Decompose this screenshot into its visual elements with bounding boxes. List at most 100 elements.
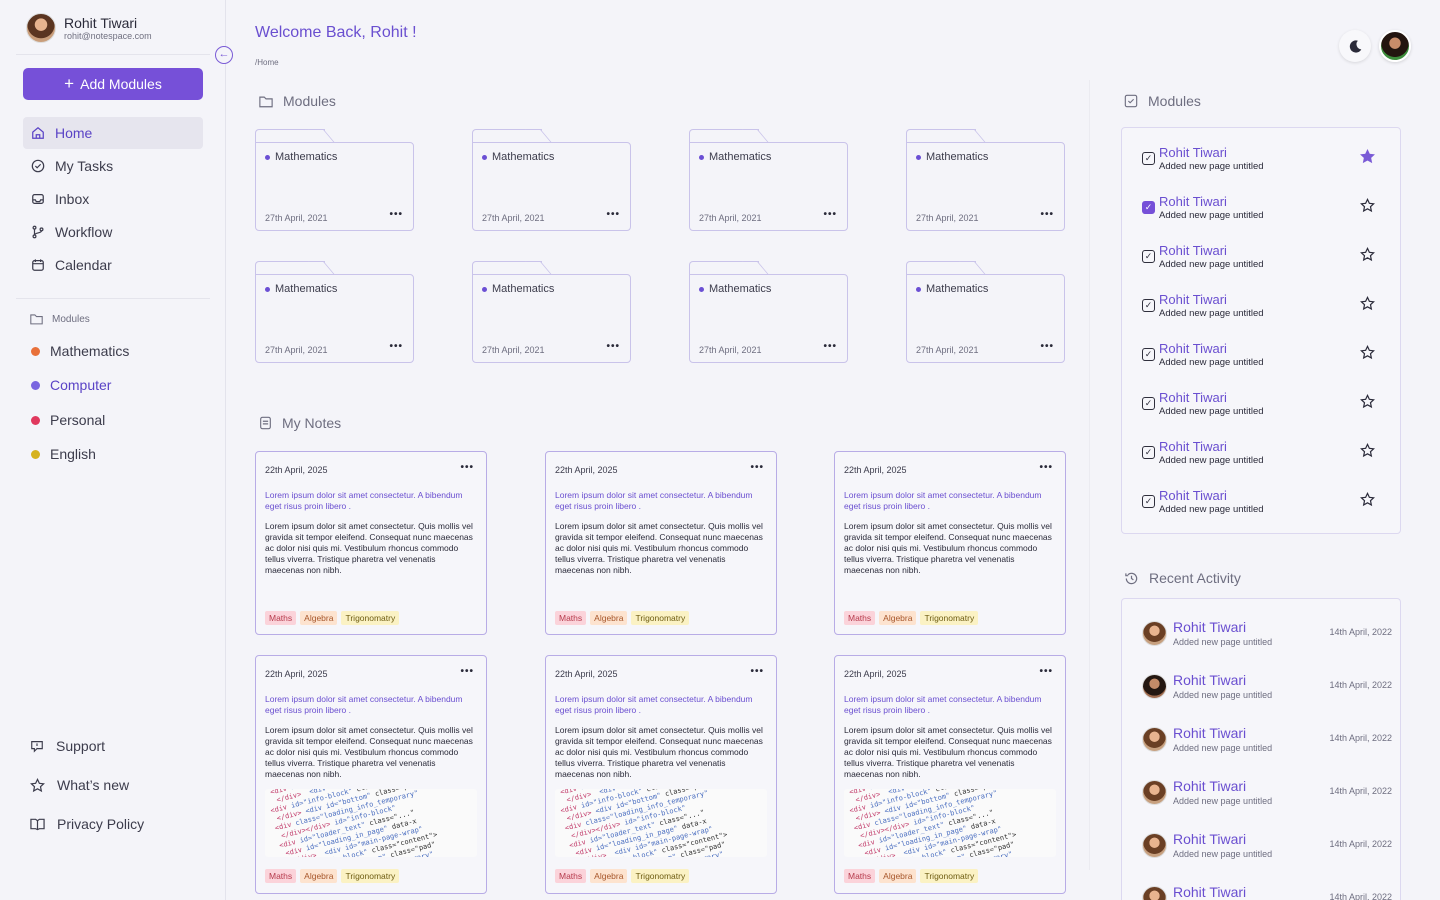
more-options-icon[interactable]: ••• bbox=[389, 209, 403, 220]
tag-list: Maths Algebra Trigonomatry bbox=[265, 611, 400, 625]
note-card[interactable]: 22th April, 2025 ••• Lorem ipsum dolor sit… bbox=[255, 655, 487, 894]
color-dot bbox=[482, 286, 487, 292]
tag[interactable]: Algebra bbox=[879, 611, 917, 625]
nav-workflow[interactable]: Workflow bbox=[23, 216, 203, 248]
note-card[interactable]: 22th April, 2025 ••• Lorem ipsum dolor sit… bbox=[545, 451, 777, 635]
tag[interactable]: Maths bbox=[265, 611, 297, 625]
tag[interactable]: Trigonomatry bbox=[631, 611, 690, 625]
more-options-icon[interactable]: ••• bbox=[823, 341, 837, 352]
more-options-icon[interactable]: ••• bbox=[606, 341, 620, 352]
star-icon[interactable] bbox=[1360, 149, 1375, 164]
more-options-icon[interactable]: ••• bbox=[823, 209, 837, 220]
avatar bbox=[1142, 886, 1167, 900]
tag[interactable]: Maths bbox=[844, 869, 876, 883]
tag[interactable]: Maths bbox=[555, 869, 587, 883]
theme-toggle-button[interactable] bbox=[1339, 30, 1371, 62]
profile-avatar[interactable] bbox=[1379, 30, 1411, 62]
tag[interactable]: Algebra bbox=[590, 869, 628, 883]
module-folder[interactable]: Mathematics 27th April, 2021 ••• bbox=[472, 261, 631, 363]
star-icon[interactable] bbox=[1360, 198, 1375, 213]
module-folder[interactable]: Mathematics 27th April, 2021 ••• bbox=[689, 261, 848, 363]
module-list-item[interactable]: ✓ Rohit Tiwari Added new page untitled bbox=[1142, 341, 1392, 371]
tag[interactable]: Algebra bbox=[590, 611, 628, 625]
more-options-icon[interactable]: ••• bbox=[460, 462, 474, 473]
activity-item[interactable]: Rohit TiwariAdded new page untitled14th … bbox=[1142, 725, 1392, 757]
module-folder[interactable]: Mathematics 27th April, 2021 ••• bbox=[906, 129, 1065, 231]
tag[interactable]: Maths bbox=[555, 611, 587, 625]
note-card[interactable]: 22th April, 2025 ••• Lorem ipsum dolor sit… bbox=[834, 451, 1066, 635]
checkbox[interactable]: ✓ bbox=[1142, 397, 1155, 410]
module-list-item[interactable]: ✓ Rohit Tiwari Added new page untitled bbox=[1142, 390, 1392, 420]
module-folder[interactable]: Mathematics 27th April, 2021 ••• bbox=[255, 261, 414, 363]
nav-home[interactable]: Home bbox=[23, 117, 203, 149]
star-icon[interactable] bbox=[1360, 345, 1375, 360]
more-options-icon[interactable]: ••• bbox=[460, 666, 474, 677]
module-item-personal[interactable]: Personal bbox=[31, 412, 105, 428]
more-options-icon[interactable]: ••• bbox=[750, 462, 764, 473]
note-card[interactable]: 22th April, 2025 ••• Lorem ipsum dolor sit… bbox=[255, 451, 487, 635]
tag[interactable]: Maths bbox=[265, 869, 297, 883]
more-options-icon[interactable]: ••• bbox=[389, 341, 403, 352]
tag[interactable]: Trigonomatry bbox=[920, 611, 979, 625]
activity-item[interactable]: Rohit TiwariAdded new page untitled14th … bbox=[1142, 619, 1392, 651]
activity-item[interactable]: Rohit TiwariAdded new page untitled14th … bbox=[1142, 884, 1392, 900]
tag[interactable]: Trigonomatry bbox=[631, 869, 690, 883]
checkbox[interactable]: ✓ bbox=[1142, 299, 1155, 312]
tag[interactable]: Trigonomatry bbox=[341, 611, 400, 625]
tag[interactable]: Maths bbox=[844, 611, 876, 625]
user-profile[interactable]: Rohit Tiwari rohit@notespace.com bbox=[26, 13, 152, 43]
star-icon[interactable] bbox=[1360, 247, 1375, 262]
more-options-icon[interactable]: ••• bbox=[1040, 209, 1054, 220]
module-list-item[interactable]: ✓ Rohit Tiwari Added new page untitled bbox=[1142, 488, 1392, 518]
nav-my-tasks[interactable]: My Tasks bbox=[23, 150, 203, 182]
note-card[interactable]: 22th April, 2025 ••• Lorem ipsum dolor sit… bbox=[834, 655, 1066, 894]
star-icon[interactable] bbox=[1360, 443, 1375, 458]
modules-section-title: Modules bbox=[259, 93, 336, 109]
more-options-icon[interactable]: ••• bbox=[1040, 341, 1054, 352]
support-link[interactable]: Support bbox=[30, 738, 105, 754]
star-icon[interactable] bbox=[1360, 394, 1375, 409]
more-options-icon[interactable]: ••• bbox=[1039, 462, 1053, 473]
add-modules-button[interactable]: + Add Modules bbox=[23, 68, 203, 100]
more-options-icon[interactable]: ••• bbox=[750, 666, 764, 677]
module-folder[interactable]: Mathematics 27th April, 2021 ••• bbox=[689, 129, 848, 231]
checkbox[interactable]: ✓ bbox=[1142, 348, 1155, 361]
item-desc: Added new page untitled bbox=[1159, 406, 1264, 417]
note-card[interactable]: 22th April, 2025 ••• Lorem ipsum dolor sit… bbox=[545, 655, 777, 894]
checkbox[interactable]: ✓ bbox=[1142, 201, 1155, 214]
module-list-item[interactable]: ✓ Rohit Tiwari Added new page untitled bbox=[1142, 439, 1392, 469]
star-icon[interactable] bbox=[1360, 296, 1375, 311]
checkbox[interactable]: ✓ bbox=[1142, 152, 1155, 165]
star-icon[interactable] bbox=[1360, 492, 1375, 507]
note-date: 22th April, 2025 bbox=[844, 669, 907, 679]
checkbox[interactable]: ✓ bbox=[1142, 446, 1155, 459]
activity-item[interactable]: Rohit TiwariAdded new page untitled14th … bbox=[1142, 831, 1392, 863]
privacy-policy-link[interactable]: Privacy Policy bbox=[30, 816, 144, 832]
module-item-english[interactable]: English bbox=[31, 446, 96, 462]
activity-item[interactable]: Rohit TiwariAdded new page untitled14th … bbox=[1142, 778, 1392, 810]
breadcrumb[interactable]: /Home bbox=[255, 58, 279, 67]
checkbox[interactable]: ✓ bbox=[1142, 495, 1155, 508]
nav-calendar[interactable]: Calendar bbox=[23, 249, 203, 281]
note-icon bbox=[260, 416, 271, 430]
more-options-icon[interactable]: ••• bbox=[1039, 666, 1053, 677]
module-item-mathematics[interactable]: Mathematics bbox=[31, 343, 129, 359]
tag[interactable]: Algebra bbox=[879, 869, 917, 883]
more-options-icon[interactable]: ••• bbox=[606, 209, 620, 220]
module-folder[interactable]: Mathematics 27th April, 2021 ••• bbox=[255, 129, 414, 231]
tag[interactable]: Algebra bbox=[300, 869, 338, 883]
tag[interactable]: Trigonomatry bbox=[341, 869, 400, 883]
module-list-item[interactable]: ✓ Rohit Tiwari Added new page untitled bbox=[1142, 292, 1392, 322]
tag[interactable]: Algebra bbox=[300, 611, 338, 625]
activity-item[interactable]: Rohit TiwariAdded new page untitled14th … bbox=[1142, 672, 1392, 704]
tag[interactable]: Trigonomatry bbox=[920, 869, 979, 883]
whats-new-link[interactable]: What’s new bbox=[30, 777, 129, 793]
module-list-item[interactable]: ✓ Rohit Tiwari Added new page untitled bbox=[1142, 194, 1392, 224]
nav-inbox[interactable]: Inbox bbox=[23, 183, 203, 215]
module-list-item[interactable]: ✓ Rohit Tiwari Added new page untitled bbox=[1142, 145, 1392, 175]
module-folder[interactable]: Mathematics 27th April, 2021 ••• bbox=[472, 129, 631, 231]
checkbox[interactable]: ✓ bbox=[1142, 250, 1155, 263]
module-folder[interactable]: Mathematics 27th April, 2021 ••• bbox=[906, 261, 1065, 363]
module-list-item[interactable]: ✓ Rohit Tiwari Added new page untitled bbox=[1142, 243, 1392, 273]
module-item-computer[interactable]: Computer bbox=[31, 377, 111, 393]
